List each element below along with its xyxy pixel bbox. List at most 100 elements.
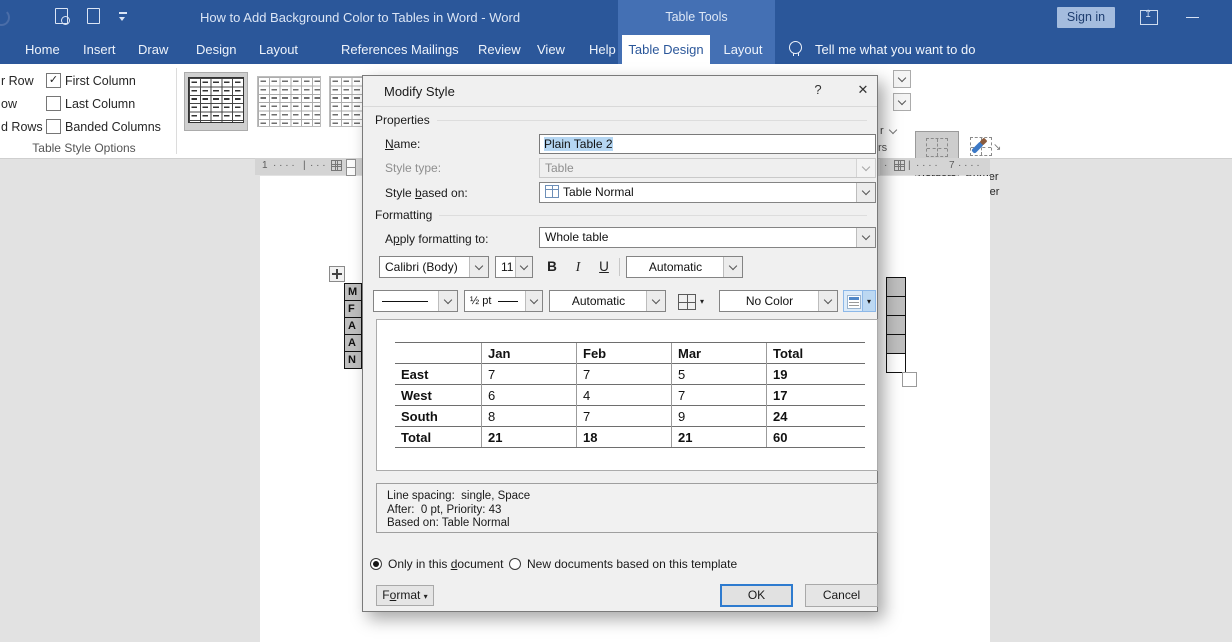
checkbox-label-banded-rows-cut[interactable]: d Rows	[1, 120, 43, 134]
tab-review[interactable]: Review	[478, 35, 521, 64]
border-weight-dropdown[interactable]: ½ pt	[464, 290, 543, 312]
ok-button[interactable]: OK	[720, 584, 793, 607]
checkbox-label-header-row-cut[interactable]: r Row	[1, 74, 34, 88]
pen-color-label-cut[interactable]: r	[880, 125, 884, 137]
help-icon[interactable]: ?	[808, 82, 828, 100]
border-weight-value: ½ pt	[470, 291, 491, 311]
shading-dropdown-arrow[interactable]: ▾	[863, 290, 876, 312]
ribbon-display-options-icon[interactable]	[1140, 10, 1158, 25]
doc-table-cell[interactable]: N	[344, 351, 362, 369]
style-based-on-dropdown[interactable]: Table Normal	[539, 182, 876, 203]
doc-table-cell[interactable]	[886, 277, 906, 297]
borders-dropdown-arrow-icon[interactable]: ▾	[700, 297, 704, 306]
format-dropdown-arrow-icon: ▾	[424, 592, 428, 601]
checkbox-first-column[interactable]: ✓	[46, 73, 61, 88]
line-weight-dropdown-cut[interactable]	[893, 70, 911, 88]
border-style-dropdown[interactable]	[373, 290, 458, 312]
radio-label-new-documents[interactable]: New documents based on this template	[527, 557, 737, 571]
ruler-left-segment[interactable]: 1 · · · · | · · ·	[255, 158, 362, 175]
bold-button[interactable]: B	[541, 256, 563, 278]
section-label-formatting: Formatting	[375, 208, 432, 222]
preview-header-row: Jan Feb Mar Total	[395, 343, 865, 364]
chevron-down-icon[interactable]	[818, 291, 837, 311]
ruler-table-marker-icon[interactable]	[894, 160, 905, 171]
preview-row-east: East 7 7 5 19	[395, 364, 865, 385]
chevron-down-icon[interactable]	[646, 291, 665, 311]
minimize-icon[interactable]	[1186, 17, 1199, 18]
tab-draw[interactable]: Draw	[138, 35, 168, 64]
tab-layout[interactable]: Layout	[259, 35, 298, 64]
shading-button[interactable]	[843, 290, 863, 312]
checkbox-label-first-column[interactable]: First Column	[65, 74, 136, 88]
table-resize-handle[interactable]	[902, 372, 917, 387]
apply-formatting-dropdown[interactable]: Whole table	[539, 227, 876, 248]
checkbox-last-column[interactable]	[46, 96, 61, 111]
tab-help[interactable]: Help	[589, 35, 616, 64]
tab-table-design-active[interactable]: Table Design	[622, 35, 710, 64]
radio-new-documents[interactable]	[509, 558, 521, 570]
tab-view[interactable]: View	[537, 35, 565, 64]
chevron-down-icon[interactable]	[856, 228, 875, 247]
doc-table-cell[interactable]: A	[344, 334, 362, 352]
tab-design[interactable]: Design	[196, 35, 236, 64]
close-icon[interactable]: ✕	[852, 82, 874, 100]
style-name-input[interactable]: Plain Table 2	[539, 134, 876, 154]
italic-button[interactable]: I	[567, 256, 589, 278]
fill-color-dropdown[interactable]: No Color	[719, 290, 838, 312]
font-color-dropdown[interactable]: Automatic	[626, 256, 743, 278]
checkbox-label-banded-columns[interactable]: Banded Columns	[65, 120, 161, 134]
sign-in-button[interactable]: Sign in	[1057, 7, 1115, 28]
tell-me-box[interactable]: Tell me what you want to do	[815, 35, 975, 64]
line-style-sample	[382, 301, 428, 302]
format-button[interactable]: Format ▾	[376, 585, 434, 606]
style-name-value: Plain Table 2	[544, 137, 613, 151]
chevron-down-icon[interactable]	[469, 257, 488, 277]
doc-table-cell[interactable]	[886, 334, 906, 354]
cancel-button[interactable]: Cancel	[805, 584, 878, 607]
fill-color-value: No Color	[720, 291, 819, 311]
chevron-down-icon[interactable]	[525, 291, 542, 311]
indent-marker-bottom-icon[interactable]	[346, 167, 356, 176]
checkbox-banded-columns[interactable]	[46, 119, 61, 134]
chevron-down-icon[interactable]	[856, 183, 875, 202]
table-style-thumbnail-selected[interactable]	[184, 72, 248, 131]
font-size-dropdown[interactable]: 11	[495, 256, 533, 278]
line-style-dropdown-cut[interactable]	[893, 93, 911, 111]
style-based-on-label: Style based on:	[385, 186, 468, 200]
borders-grid-button[interactable]	[678, 294, 696, 310]
tab-references[interactable]: References	[341, 35, 407, 64]
doc-table-cell[interactable]	[886, 353, 906, 373]
radio-selected-dot	[373, 561, 379, 567]
radio-only-in-this-document[interactable]	[370, 558, 382, 570]
radio-label-only-in-this-document[interactable]: Only in this document	[388, 557, 503, 571]
checkbox-label-last-column[interactable]: Last Column	[65, 97, 135, 111]
checkbox-label-total-row-cut[interactable]: ow	[1, 97, 17, 111]
dialog-title-bar[interactable]: Modify Style ? ✕	[363, 76, 877, 106]
font-name-dropdown[interactable]: Calibri (Body)	[379, 256, 489, 278]
tab-insert[interactable]: Insert	[83, 35, 116, 64]
table-style-thumbnail-3-cut[interactable]	[329, 76, 363, 127]
ruler-right-segment[interactable]: · | · · · · 7 · · · ·	[880, 158, 990, 175]
table-style-thumbnail-2[interactable]	[257, 76, 321, 127]
doc-table-cell[interactable]	[886, 315, 906, 335]
tab-table-layout[interactable]: Layout	[712, 35, 774, 64]
dialog-launcher-icon[interactable]: ↘	[993, 142, 1001, 153]
dialog-title-separator	[363, 106, 877, 107]
doc-table-cell[interactable]: M	[344, 283, 362, 301]
preview-row-west: West 6 4 7 17	[395, 385, 865, 406]
tab-mailings[interactable]: Mailings	[411, 35, 459, 64]
style-type-label: Style type:	[385, 161, 441, 175]
doc-table-cell[interactable]: F	[344, 300, 362, 318]
table-style-icon	[545, 185, 559, 198]
underline-button[interactable]: U	[593, 256, 615, 278]
chevron-down-icon[interactable]	[723, 257, 742, 277]
chevron-down-icon[interactable]	[515, 257, 532, 277]
doc-table-cell[interactable]	[886, 296, 906, 316]
table-move-handle-icon[interactable]	[329, 266, 345, 282]
ruler-number: 1	[262, 160, 268, 171]
tab-home[interactable]: Home	[25, 35, 60, 64]
chevron-down-icon[interactable]	[438, 291, 457, 311]
border-color-dropdown[interactable]: Automatic	[549, 290, 666, 312]
ruler-table-marker-icon[interactable]	[331, 160, 342, 171]
doc-table-cell[interactable]: A	[344, 317, 362, 335]
